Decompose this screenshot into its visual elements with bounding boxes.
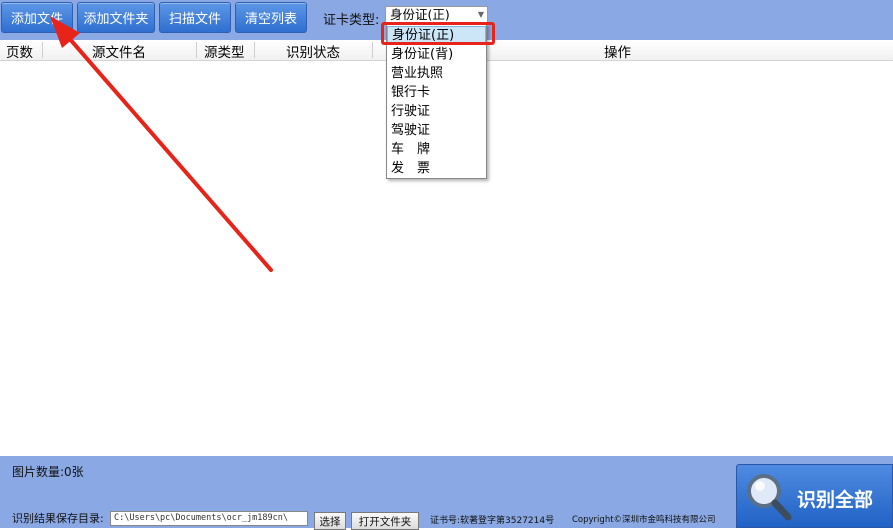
dropdown-option-driver-license[interactable]: 驾驶证 (387, 121, 486, 140)
choose-dir-button[interactable]: 选择 (314, 512, 346, 530)
scan-file-button[interactable]: 扫描文件 (159, 2, 231, 33)
status-bar: 图片数量:0张 识别结果保存目录: C:\Users\pc\Documents\… (0, 456, 893, 530)
add-folder-button[interactable]: 添加文件夹 (77, 2, 155, 33)
save-dir-label: 识别结果保存目录: (12, 512, 104, 525)
clear-list-button[interactable]: 清空列表 (235, 2, 307, 33)
column-header-filename[interactable]: 源文件名 (92, 41, 146, 61)
column-divider (372, 42, 373, 58)
dropdown-option-vehicle-license[interactable]: 行驶证 (387, 102, 486, 121)
image-count: 图片数量:0张 (12, 465, 84, 479)
magnifier-icon (747, 474, 792, 521)
annotation-highlight-box (381, 22, 495, 45)
add-file-button[interactable]: 添加文件 (1, 2, 73, 33)
recognize-all-button[interactable]: 识别全部 (736, 464, 893, 528)
chevron-down-icon[interactable]: ▼ (478, 7, 484, 23)
column-header-status[interactable]: 识别状态 (286, 41, 340, 61)
recognize-all-label: 识别全部 (797, 489, 874, 511)
card-type-value: 身份证(正) (390, 7, 450, 22)
dropdown-option-business-license[interactable]: 营业执照 (387, 64, 486, 83)
dropdown-option-plate[interactable]: 车 牌 (387, 140, 486, 159)
card-type-dropdown: 身份证(正) 身份证(背) 营业执照 银行卡 行驶证 驾驶证 车 牌 发 票 (386, 24, 487, 179)
card-type-label: 证卡类型: (323, 13, 380, 28)
column-divider (254, 42, 255, 58)
certificate-number: 证书号:软著登字第3527214号 (430, 516, 555, 526)
dropdown-option-id-back[interactable]: 身份证(背) (387, 45, 486, 64)
column-header-actions[interactable]: 操作 (604, 41, 631, 61)
column-divider (196, 42, 197, 58)
open-folder-button[interactable]: 打开文件夹 (351, 512, 419, 530)
save-dir-input[interactable]: C:\Users\pc\Documents\ocr_jm189cn\ (110, 511, 308, 526)
column-divider (42, 42, 43, 58)
column-header-type[interactable]: 源类型 (204, 41, 245, 61)
dropdown-option-invoice[interactable]: 发 票 (387, 159, 486, 178)
copyright-text: Copyright©深圳市金鸣科技有限公司 (572, 515, 716, 525)
dropdown-option-bank-card[interactable]: 银行卡 (387, 83, 486, 102)
column-header-pages[interactable]: 页数 (6, 41, 33, 61)
